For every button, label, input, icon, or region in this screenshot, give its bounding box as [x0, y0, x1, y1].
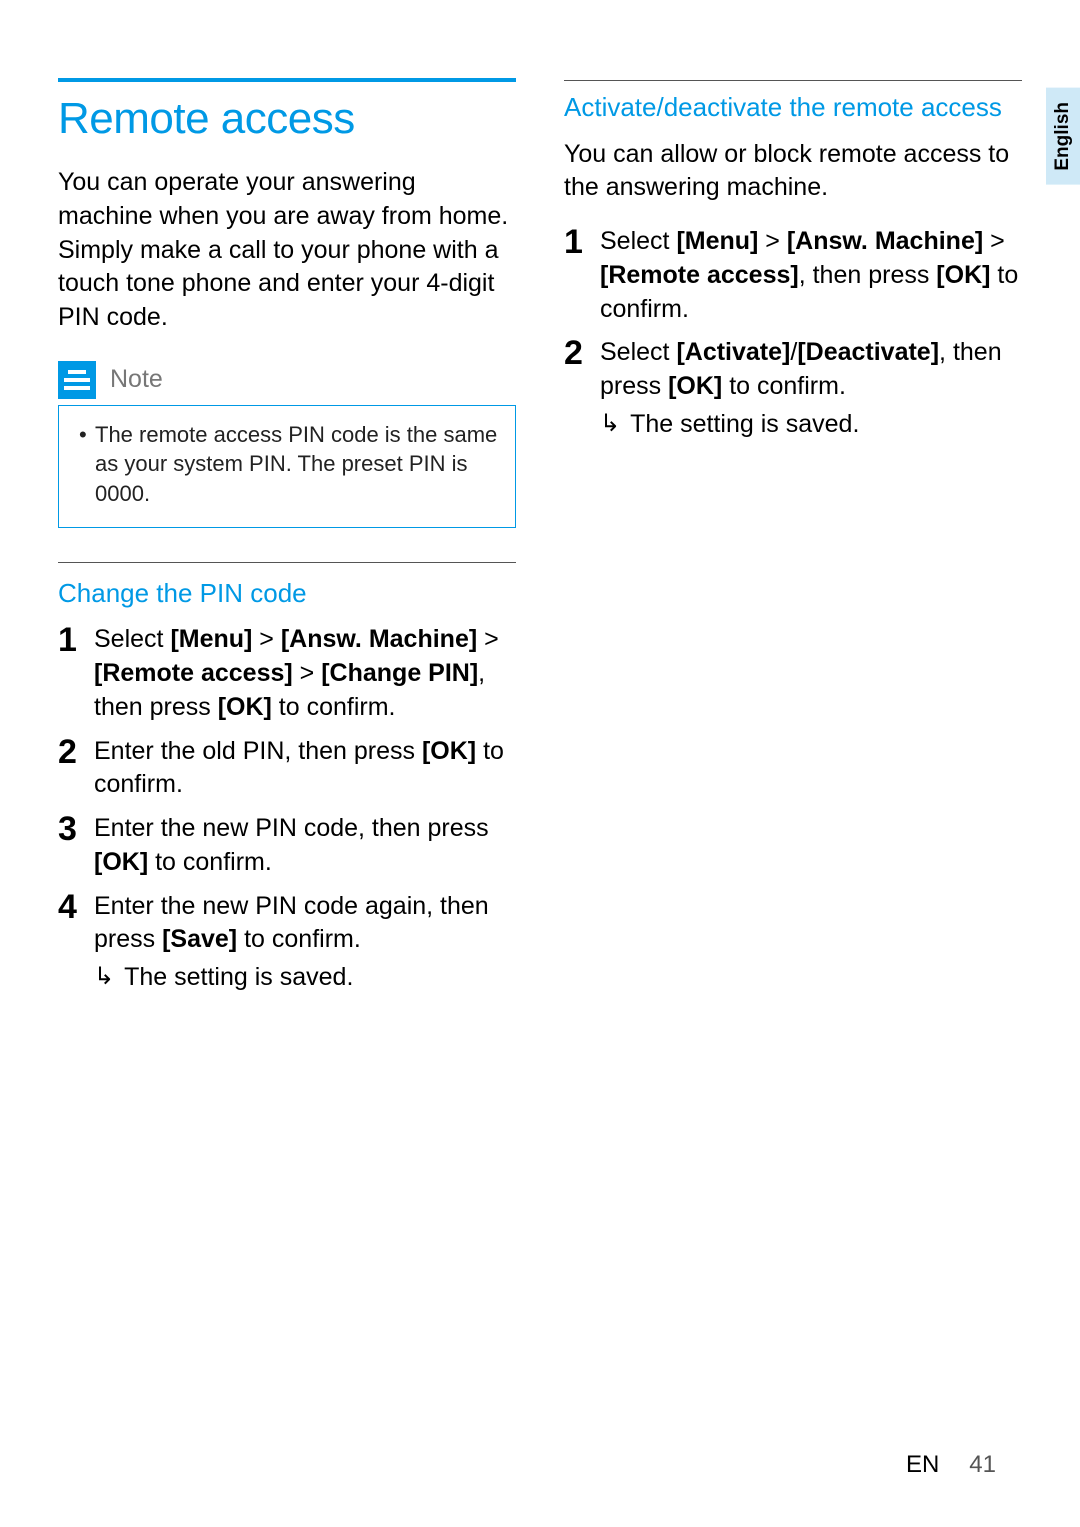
note-header: Note — [58, 361, 516, 399]
steps-list: 1 Select [Menu] > [Answ. Machine] > [Rem… — [58, 623, 516, 995]
left-column: Remote access You can operate your answe… — [58, 60, 516, 1005]
note-label: Note — [110, 365, 163, 394]
subsection-rule — [564, 80, 1022, 81]
step-number: 2 — [564, 336, 586, 370]
step-item: 3 Enter the new PIN code, then press [OK… — [58, 812, 516, 880]
step-text: Select [Activate]/[Deactivate], then pre… — [600, 336, 1022, 441]
footer-page-number: 41 — [969, 1451, 996, 1479]
subsection-title: Change the PIN code — [58, 577, 516, 610]
right-column: Activate/deactivate the remote access Yo… — [564, 60, 1022, 1005]
step-number: 4 — [58, 890, 80, 924]
note-box: The remote access PIN code is the same a… — [58, 405, 516, 528]
step-text: Enter the new PIN code, then press [OK] … — [94, 812, 516, 880]
result-text: The setting is saved. — [124, 961, 353, 995]
intro-paragraph: You can operate your answering machine w… — [58, 166, 516, 335]
section-title: Remote access — [58, 94, 516, 144]
step-item: 1 Select [Menu] > [Answ. Machine] > [Rem… — [564, 225, 1022, 326]
step-text: Enter the new PIN code again, then press… — [94, 890, 516, 995]
step-number: 3 — [58, 812, 80, 846]
result-text: The setting is saved. — [630, 408, 859, 442]
step-item: 1 Select [Menu] > [Answ. Machine] > [Rem… — [58, 623, 516, 724]
step-item: 4 Enter the new PIN code again, then pre… — [58, 890, 516, 995]
step-item: 2 Select [Activate]/[Deactivate], then p… — [564, 336, 1022, 441]
note-text: The remote access PIN code is the same a… — [75, 420, 499, 509]
subsection-rule — [58, 562, 516, 563]
section-rule — [58, 78, 516, 82]
intro-paragraph: You can allow or block remote access to … — [564, 138, 1022, 206]
step-item: 2 Enter the old PIN, then press [OK] to … — [58, 735, 516, 803]
step-number: 1 — [58, 623, 80, 657]
page-content: Remote access You can operate your answe… — [0, 0, 1080, 1055]
page-footer: EN 41 — [906, 1451, 996, 1479]
step-text: Select [Menu] > [Answ. Machine] > [Remot… — [94, 623, 516, 724]
steps-list: 1 Select [Menu] > [Answ. Machine] > [Rem… — [564, 225, 1022, 442]
subsection-title: Activate/deactivate the remote access — [564, 91, 1022, 124]
step-number: 1 — [564, 225, 586, 259]
step-text: Select [Menu] > [Answ. Machine] > [Remot… — [600, 225, 1022, 326]
result-arrow-icon: ↳ — [600, 408, 620, 439]
language-tab: English — [1046, 88, 1080, 185]
result-line: ↳ The setting is saved. — [94, 961, 516, 995]
step-number: 2 — [58, 735, 80, 769]
footer-language: EN — [906, 1451, 939, 1479]
result-line: ↳ The setting is saved. — [600, 408, 1022, 442]
step-text: Enter the old PIN, then press [OK] to co… — [94, 735, 516, 803]
result-arrow-icon: ↳ — [94, 961, 114, 992]
note-icon — [58, 361, 96, 399]
